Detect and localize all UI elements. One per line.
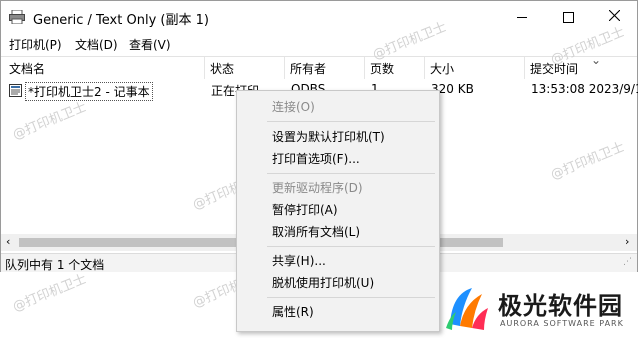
column-overflow-chevron-icon: ⌄ bbox=[591, 53, 602, 67]
title-bar[interactable]: Generic / Text Only (副本 1) bbox=[1, 1, 637, 33]
menu-separator bbox=[267, 173, 435, 174]
list-header: 文档名 状态 所有者 页数 大小 提交时间 ⌄ bbox=[1, 53, 637, 79]
column-divider[interactable] bbox=[524, 57, 525, 79]
menu-separator bbox=[267, 297, 435, 298]
maximize-icon bbox=[562, 11, 574, 23]
resize-grip-icon[interactable]: ⋰ bbox=[623, 257, 632, 267]
context-menu: 连接(O) 设置为默认打印机(T) 打印首选项(F)... 更新驱动程序(D) … bbox=[236, 90, 440, 332]
watermark: @打印机卫士 bbox=[10, 271, 89, 315]
column-divider[interactable] bbox=[284, 57, 285, 79]
menu-item-update-driver[interactable]: 更新驱动程序(D) bbox=[272, 179, 363, 196]
menu-item-pause[interactable]: 暂停打印(A) bbox=[272, 201, 338, 218]
column-header-document[interactable]: 文档名 bbox=[9, 60, 45, 77]
minimize-button[interactable] bbox=[499, 1, 545, 33]
column-header-size[interactable]: 大小 bbox=[430, 60, 454, 77]
document-icon bbox=[9, 84, 22, 100]
logo-subtitle: AURORA SOFTWARE PARK bbox=[500, 319, 624, 328]
menu-item-offline[interactable]: 脱机使用打印机(U) bbox=[272, 274, 374, 291]
menu-separator bbox=[267, 246, 435, 247]
column-divider[interactable] bbox=[204, 57, 205, 79]
menu-bar: 打印机(P) 文档(D) 查看(V) bbox=[1, 33, 637, 55]
menu-item-set-default[interactable]: 设置为默认打印机(T) bbox=[272, 128, 385, 145]
column-header-status[interactable]: 状态 bbox=[210, 60, 234, 77]
printer-icon bbox=[9, 9, 25, 25]
logo-title: 极光软件园 bbox=[498, 292, 623, 320]
status-text: 队列中有 1 个文档 bbox=[5, 258, 105, 272]
menu-item-preferences[interactable]: 打印首选项(F)... bbox=[272, 150, 360, 167]
menu-item-cancel-all[interactable]: 取消所有文档(L) bbox=[272, 223, 360, 240]
window-title: Generic / Text Only (副本 1) bbox=[33, 13, 209, 28]
aurora-logo: 极光软件园 AURORA SOFTWARE PARK bbox=[442, 282, 632, 334]
menu-item-connect[interactable]: 连接(O) bbox=[272, 98, 315, 115]
menu-separator bbox=[267, 121, 435, 122]
menu-item-properties[interactable]: 属性(R) bbox=[272, 303, 314, 320]
maximize-button[interactable] bbox=[545, 1, 591, 33]
menu-printer[interactable]: 打印机(P) bbox=[9, 36, 62, 53]
menu-view[interactable]: 查看(V) bbox=[129, 36, 171, 53]
column-divider[interactable] bbox=[364, 57, 365, 79]
scroll-right-icon[interactable]: › bbox=[625, 235, 629, 248]
column-header-owner[interactable]: 所有者 bbox=[290, 60, 326, 77]
document-name: *打印机卫士2 - 记事本 bbox=[25, 82, 153, 101]
column-divider[interactable] bbox=[424, 57, 425, 79]
menu-document[interactable]: 文档(D) bbox=[75, 36, 118, 53]
scroll-left-icon[interactable]: ‹ bbox=[6, 235, 10, 248]
aurora-logo-icon bbox=[442, 282, 492, 335]
minimize-icon bbox=[517, 16, 527, 18]
document-submitted: 13:53:08 2023/9/1 bbox=[531, 82, 638, 96]
column-header-pages[interactable]: 页数 bbox=[370, 60, 394, 77]
menu-item-share[interactable]: 共享(H)... bbox=[272, 252, 326, 269]
